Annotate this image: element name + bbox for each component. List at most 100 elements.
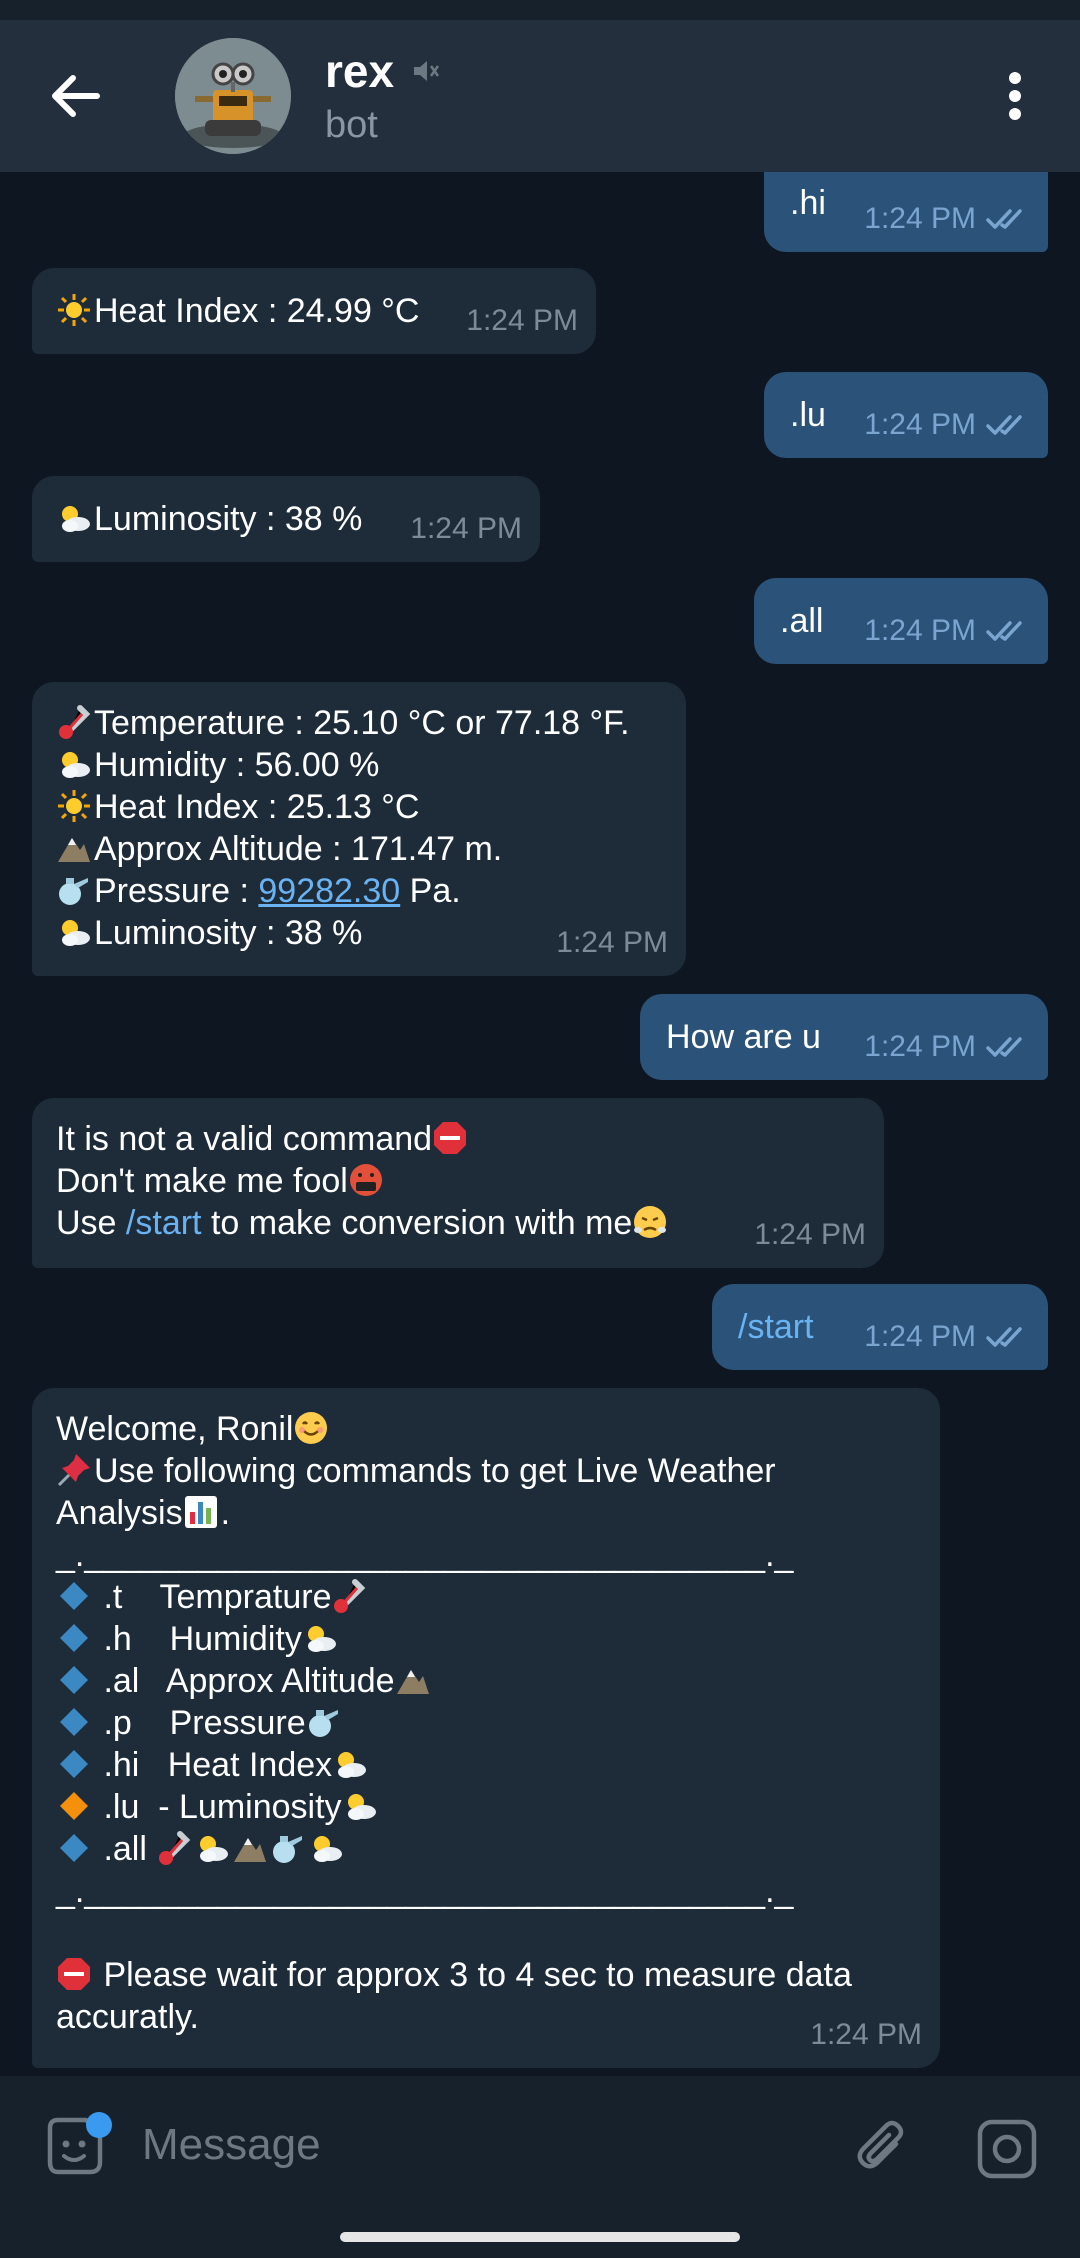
message-text: How are u: [666, 1018, 821, 1056]
message-text: .lu - Luminosity: [103, 1788, 342, 1826]
message-meta: 1:24 PM: [864, 1316, 1030, 1358]
sun-icon: [58, 294, 90, 326]
bot-avatar[interactable]: [175, 38, 291, 154]
pushpin-icon: [57, 1454, 90, 1487]
system-nav-bar: [0, 2214, 1080, 2258]
message-text: Luminosity : 38 %: [94, 914, 363, 952]
message-text: .al Approx Altitude: [103, 1662, 395, 1700]
paperclip-icon[interactable]: [850, 2116, 914, 2180]
message-incoming[interactable]: Heat Index : 24.99 °C 1:24 PM: [32, 268, 596, 354]
double-check-icon: [986, 415, 1022, 435]
robot-avatar-icon: [175, 38, 291, 154]
alembic-icon: [59, 878, 88, 905]
pressure-value-link[interactable]: 99282.30: [258, 872, 400, 910]
message-incoming[interactable]: Luminosity : 38 % 1:24 PM: [32, 476, 540, 562]
sun-behind-cloud-icon: [200, 1836, 229, 1862]
more-vertical-icon: [1009, 72, 1021, 120]
message-incoming[interactable]: Temperature : 25.10 °C or 77.18 °F. Humi…: [32, 682, 686, 976]
camera-icon[interactable]: [976, 2118, 1038, 2180]
message-text: to make conversion with me: [201, 1204, 633, 1242]
message-text: Heat Index : 24.99 °C: [94, 292, 420, 330]
message-meta: 1:24 PM: [864, 610, 1030, 652]
more-options-button[interactable]: [990, 66, 1040, 126]
message-text: Use following commands to get Live Weath…: [94, 1452, 776, 1490]
message-text: .all: [103, 1830, 157, 1868]
double-check-icon: [986, 1327, 1022, 1347]
chat-title[interactable]: rex: [325, 44, 440, 98]
double-check-icon: [986, 621, 1022, 641]
home-indicator[interactable]: [340, 2232, 740, 2242]
message-text: Welcome, Ronil: [56, 1410, 294, 1448]
chat-screen: rex bot .hi 1:24 PM Heat Index: 24.99 °…: [0, 0, 1080, 2258]
thermometer-icon: [159, 1831, 191, 1865]
message-outgoing[interactable]: .lu 1:24 PM: [764, 372, 1048, 458]
divider-line: _.____________________________________._: [56, 1536, 794, 1574]
message-time: 1:24 PM: [864, 408, 976, 441]
message-text: .h Humidity: [103, 1620, 302, 1658]
message-text: Heat Index : 25.13 °C: [94, 788, 420, 826]
message-composer: [0, 2076, 1080, 2214]
sun-behind-cloud-icon: [307, 1626, 336, 1652]
stop-sign-icon: [58, 1958, 90, 1990]
blue-diamond-icon: [60, 1624, 88, 1652]
message-text: Approx Altitude : 171.47 m.: [94, 830, 503, 868]
smiling-face-icon: [295, 1412, 328, 1444]
muted-speaker-icon: [414, 61, 440, 81]
message-outgoing[interactable]: .hi 1:24 PM: [764, 172, 1048, 252]
message-text: .t Temprature: [103, 1578, 332, 1616]
status-bar: [0, 0, 1080, 20]
message-time: 1:24 PM: [810, 2018, 922, 2051]
message-text: .lu: [790, 396, 826, 434]
message-meta: 1:24 PM: [754, 1214, 866, 1256]
orange-diamond-icon: [60, 1792, 88, 1820]
message-outgoing[interactable]: .all 1:24 PM: [754, 578, 1048, 664]
message-time: 1:24 PM: [864, 1320, 976, 1353]
notification-dot: [86, 2112, 112, 2138]
mountain-icon: [396, 1670, 429, 1694]
sun-icon: [58, 790, 90, 822]
sun-behind-cloud-icon: [62, 506, 90, 532]
mountain-icon: [234, 1838, 267, 1862]
alembic-icon: [273, 1836, 303, 1863]
message-time: 1:24 PM: [864, 202, 976, 235]
message-time: 1:24 PM: [864, 1030, 976, 1063]
message-incoming[interactable]: It is not a valid command Don't make me …: [32, 1098, 884, 1268]
message-meta: 1:24 PM: [466, 300, 578, 342]
message-text: Temperature : 25.10 °C or 77.18 °F.: [94, 704, 630, 742]
start-command-link[interactable]: /start: [126, 1204, 202, 1242]
message-time: 1:24 PM: [556, 926, 668, 959]
message-time: 1:24 PM: [864, 614, 976, 647]
thermometer-icon: [59, 705, 91, 739]
sun-behind-cloud-icon: [347, 1794, 376, 1820]
bar-chart-icon: [184, 1496, 217, 1528]
message-meta: 1:24 PM: [410, 508, 522, 550]
message-text: .hi: [790, 184, 826, 222]
mountain-icon: [58, 838, 90, 862]
back-button[interactable]: [40, 66, 110, 126]
chat-header: rex bot: [0, 20, 1080, 172]
message-text: .all: [780, 602, 824, 640]
double-check-icon: [986, 209, 1022, 229]
pressure-unit: Pa.: [400, 872, 461, 910]
message-meta: 1:24 PM: [810, 2014, 922, 2056]
message-list[interactable]: .hi 1:24 PM Heat Index : 24.99 °C 1:24 P…: [0, 172, 1080, 2076]
message-meta: 1:24 PM: [864, 404, 1030, 446]
message-outgoing[interactable]: How are u 1:24 PM: [640, 994, 1048, 1080]
message-text: .p Pressure: [103, 1704, 306, 1742]
message-outgoing[interactable]: /start 1:24 PM: [712, 1284, 1048, 1370]
blue-diamond-icon: [60, 1750, 88, 1778]
message-input[interactable]: [142, 2110, 822, 2180]
message-incoming[interactable]: Welcome, Ronil Use following commands to…: [32, 1388, 940, 2068]
message-time: 1:24 PM: [466, 304, 578, 337]
message-meta: 1:24 PM: [864, 198, 1030, 240]
message-text: Use: [56, 1204, 126, 1242]
message-meta: 1:24 PM: [556, 922, 668, 964]
sun-behind-cloud-icon: [62, 920, 90, 946]
sun-behind-cloud-icon: [314, 1836, 343, 1862]
message-text: accuratly.: [56, 1998, 199, 2036]
chat-name: rex: [325, 45, 395, 97]
blue-diamond-icon: [60, 1708, 88, 1736]
triumph-face-icon: [634, 1206, 667, 1238]
message-text: Don't make me fool: [56, 1162, 348, 1200]
